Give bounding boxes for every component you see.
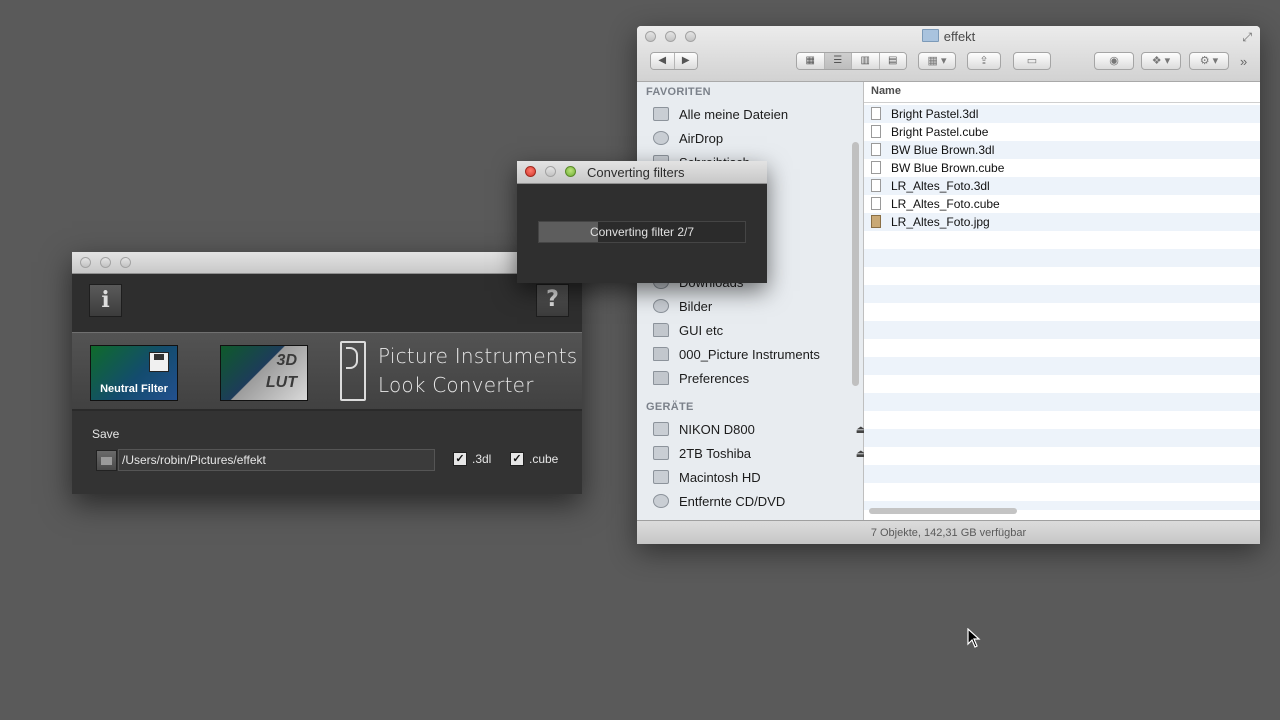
sidebar-item-all-files[interactable]: Alle meine Dateien <box>653 103 853 125</box>
dialog-titlebar: Converting filters <box>517 161 767 184</box>
zoom-button[interactable] <box>120 257 131 268</box>
dropbox-button[interactable]: ❖ ▾ <box>1141 52 1181 70</box>
drive-icon <box>653 446 669 460</box>
window-title: effekt <box>637 29 1260 44</box>
choose-folder-button[interactable] <box>96 450 117 471</box>
sidebar-item-gui-etc[interactable]: GUI etc <box>653 319 853 341</box>
document-icon <box>871 179 881 192</box>
format-cube-checkbox[interactable]: ✓ <box>510 452 524 466</box>
progress-text: Converting filter 2/7 <box>589 225 695 239</box>
tag-button[interactable]: ▭ <box>1013 52 1051 70</box>
document-icon <box>871 161 881 174</box>
save-label: Save <box>92 427 120 441</box>
format-3dl-label: .3dl <box>472 452 492 466</box>
sidebar-item-airdrop[interactable]: AirDrop <box>653 127 853 149</box>
document-icon <box>871 143 881 156</box>
sidebar-header-devices: GERÄTE <box>646 401 694 413</box>
camera-icon <box>653 299 669 313</box>
3d-lut-button[interactable]: 3D LUT <box>220 345 308 401</box>
close-button[interactable] <box>525 166 536 177</box>
horizontal-scrollbar[interactable] <box>869 508 1017 514</box>
sidebar-item-macintosh-hd[interactable]: Macintosh HD <box>653 466 853 488</box>
folder-icon <box>653 371 669 385</box>
minimize-button[interactable] <box>545 166 556 177</box>
converter-toolbar: i ? <box>72 274 582 332</box>
forward-button[interactable]: ▶ <box>674 53 697 69</box>
file-row[interactable]: LR_Altes_Foto.3dl <box>871 177 990 195</box>
toolbar-overflow-icon[interactable]: » <box>1240 54 1247 69</box>
zoom-button[interactable] <box>565 166 576 177</box>
minimize-button[interactable] <box>100 257 111 268</box>
sidebar-item-remote-disc[interactable]: Entfernte CD/DVD <box>653 490 853 512</box>
neutral-filter-button[interactable]: Neutral Filter <box>90 345 178 401</box>
finder-titlebar: effekt ⤢ ◀ ▶ ▦ ☰ ▥ ▤ ▦ ▾ ⇪ ▭ ◉ ❖ ▾ ⚙ ▾ » <box>637 26 1260 82</box>
converting-dialog: Converting filters Converting filter 2/7 <box>517 161 767 283</box>
folder-icon <box>653 347 669 361</box>
coverflow-view-button[interactable]: ▤ <box>879 53 906 69</box>
image-file-icon <box>871 215 881 228</box>
file-row[interactable]: Bright Pastel.3dl <box>871 105 978 123</box>
sidebar-item-picture-instruments[interactable]: 000_Picture Instruments <box>653 343 853 365</box>
folder-icon <box>921 29 939 42</box>
sidebar-scrollbar[interactable] <box>852 142 859 386</box>
quick-look-button[interactable]: ◉ <box>1094 52 1134 70</box>
document-icon <box>871 197 881 210</box>
sidebar-header-favorites: FAVORITEN <box>646 86 711 98</box>
file-row[interactable]: LR_Altes_Foto.jpg <box>871 213 990 231</box>
action-gear-button[interactable]: ⚙ ▾ <box>1189 52 1229 70</box>
back-forward-control: ◀ ▶ <box>650 52 698 70</box>
disc-icon <box>653 494 669 508</box>
format-cube-label: .cube <box>529 452 559 466</box>
file-row[interactable]: BW Blue Brown.cube <box>871 159 1004 177</box>
save-path-field[interactable]: /Users/robin/Pictures/effekt <box>118 449 435 471</box>
share-button[interactable]: ⇪ <box>967 52 1001 70</box>
back-button[interactable]: ◀ <box>651 53 675 69</box>
airdrop-icon <box>653 131 669 145</box>
sidebar-item-nikon[interactable]: NIKON D800 ⏏ <box>653 418 866 440</box>
converter-titlebar <box>72 252 582 274</box>
file-rows: Bright Pastel.3dl Bright Pastel.cube BW … <box>864 105 1260 510</box>
sidebar-item-preferences[interactable]: Preferences <box>653 367 853 389</box>
converter-banner: Neutral Filter 3D LUT Picture Instrument… <box>72 332 582 411</box>
file-row[interactable]: Bright Pastel.cube <box>871 123 988 141</box>
icon-view-button[interactable]: ▦ <box>797 53 825 69</box>
column-header-name[interactable]: Name <box>864 82 1260 103</box>
dialog-title: Converting filters <box>587 165 685 180</box>
look-converter-window: i ? Neutral Filter 3D LUT Picture Instru… <box>72 252 582 494</box>
progress-bar: Converting filter 2/7 <box>538 221 746 243</box>
file-list: Name Bright Pastel.3dl Bright Pastel.cub… <box>864 82 1260 520</box>
brand-subtitle: Look Converter <box>378 373 534 397</box>
list-view-button[interactable]: ☰ <box>824 53 852 69</box>
help-button[interactable]: ? <box>536 284 569 317</box>
finder-sidebar: FAVORITEN Alle meine Dateien AirDrop Sch… <box>637 82 866 520</box>
drive-icon <box>653 422 669 436</box>
sidebar-item-toshiba[interactable]: 2TB Toshiba ⏏ <box>653 442 866 464</box>
file-row[interactable]: LR_Altes_Foto.cube <box>871 195 1000 213</box>
sidebar-item-pictures[interactable]: Bilder <box>653 295 853 317</box>
format-3dl-checkbox[interactable]: ✓ <box>453 452 467 466</box>
status-bar: 7 Objekte, 142,31 GB verfügbar <box>637 520 1260 544</box>
brand-title: Picture Instruments <box>378 344 578 368</box>
floppy-disk-icon <box>149 352 169 372</box>
close-button[interactable] <box>80 257 91 268</box>
picture-instruments-logo <box>340 341 366 401</box>
file-row[interactable]: BW Blue Brown.3dl <box>871 141 994 159</box>
drive-icon <box>653 470 669 484</box>
folder-icon <box>653 323 669 337</box>
column-view-button[interactable]: ▥ <box>852 53 880 69</box>
document-icon <box>871 107 881 120</box>
finder-window: effekt ⤢ ◀ ▶ ▦ ☰ ▥ ▤ ▦ ▾ ⇪ ▭ ◉ ❖ ▾ ⚙ ▾ »… <box>637 26 1260 544</box>
view-mode-control: ▦ ☰ ▥ ▤ <box>796 52 907 70</box>
fullscreen-icon[interactable]: ⤢ <box>1242 30 1252 45</box>
arrange-button[interactable]: ▦ ▾ <box>918 52 956 70</box>
all-files-icon <box>653 107 669 121</box>
document-icon <box>871 125 881 138</box>
info-button[interactable]: i <box>89 284 122 317</box>
